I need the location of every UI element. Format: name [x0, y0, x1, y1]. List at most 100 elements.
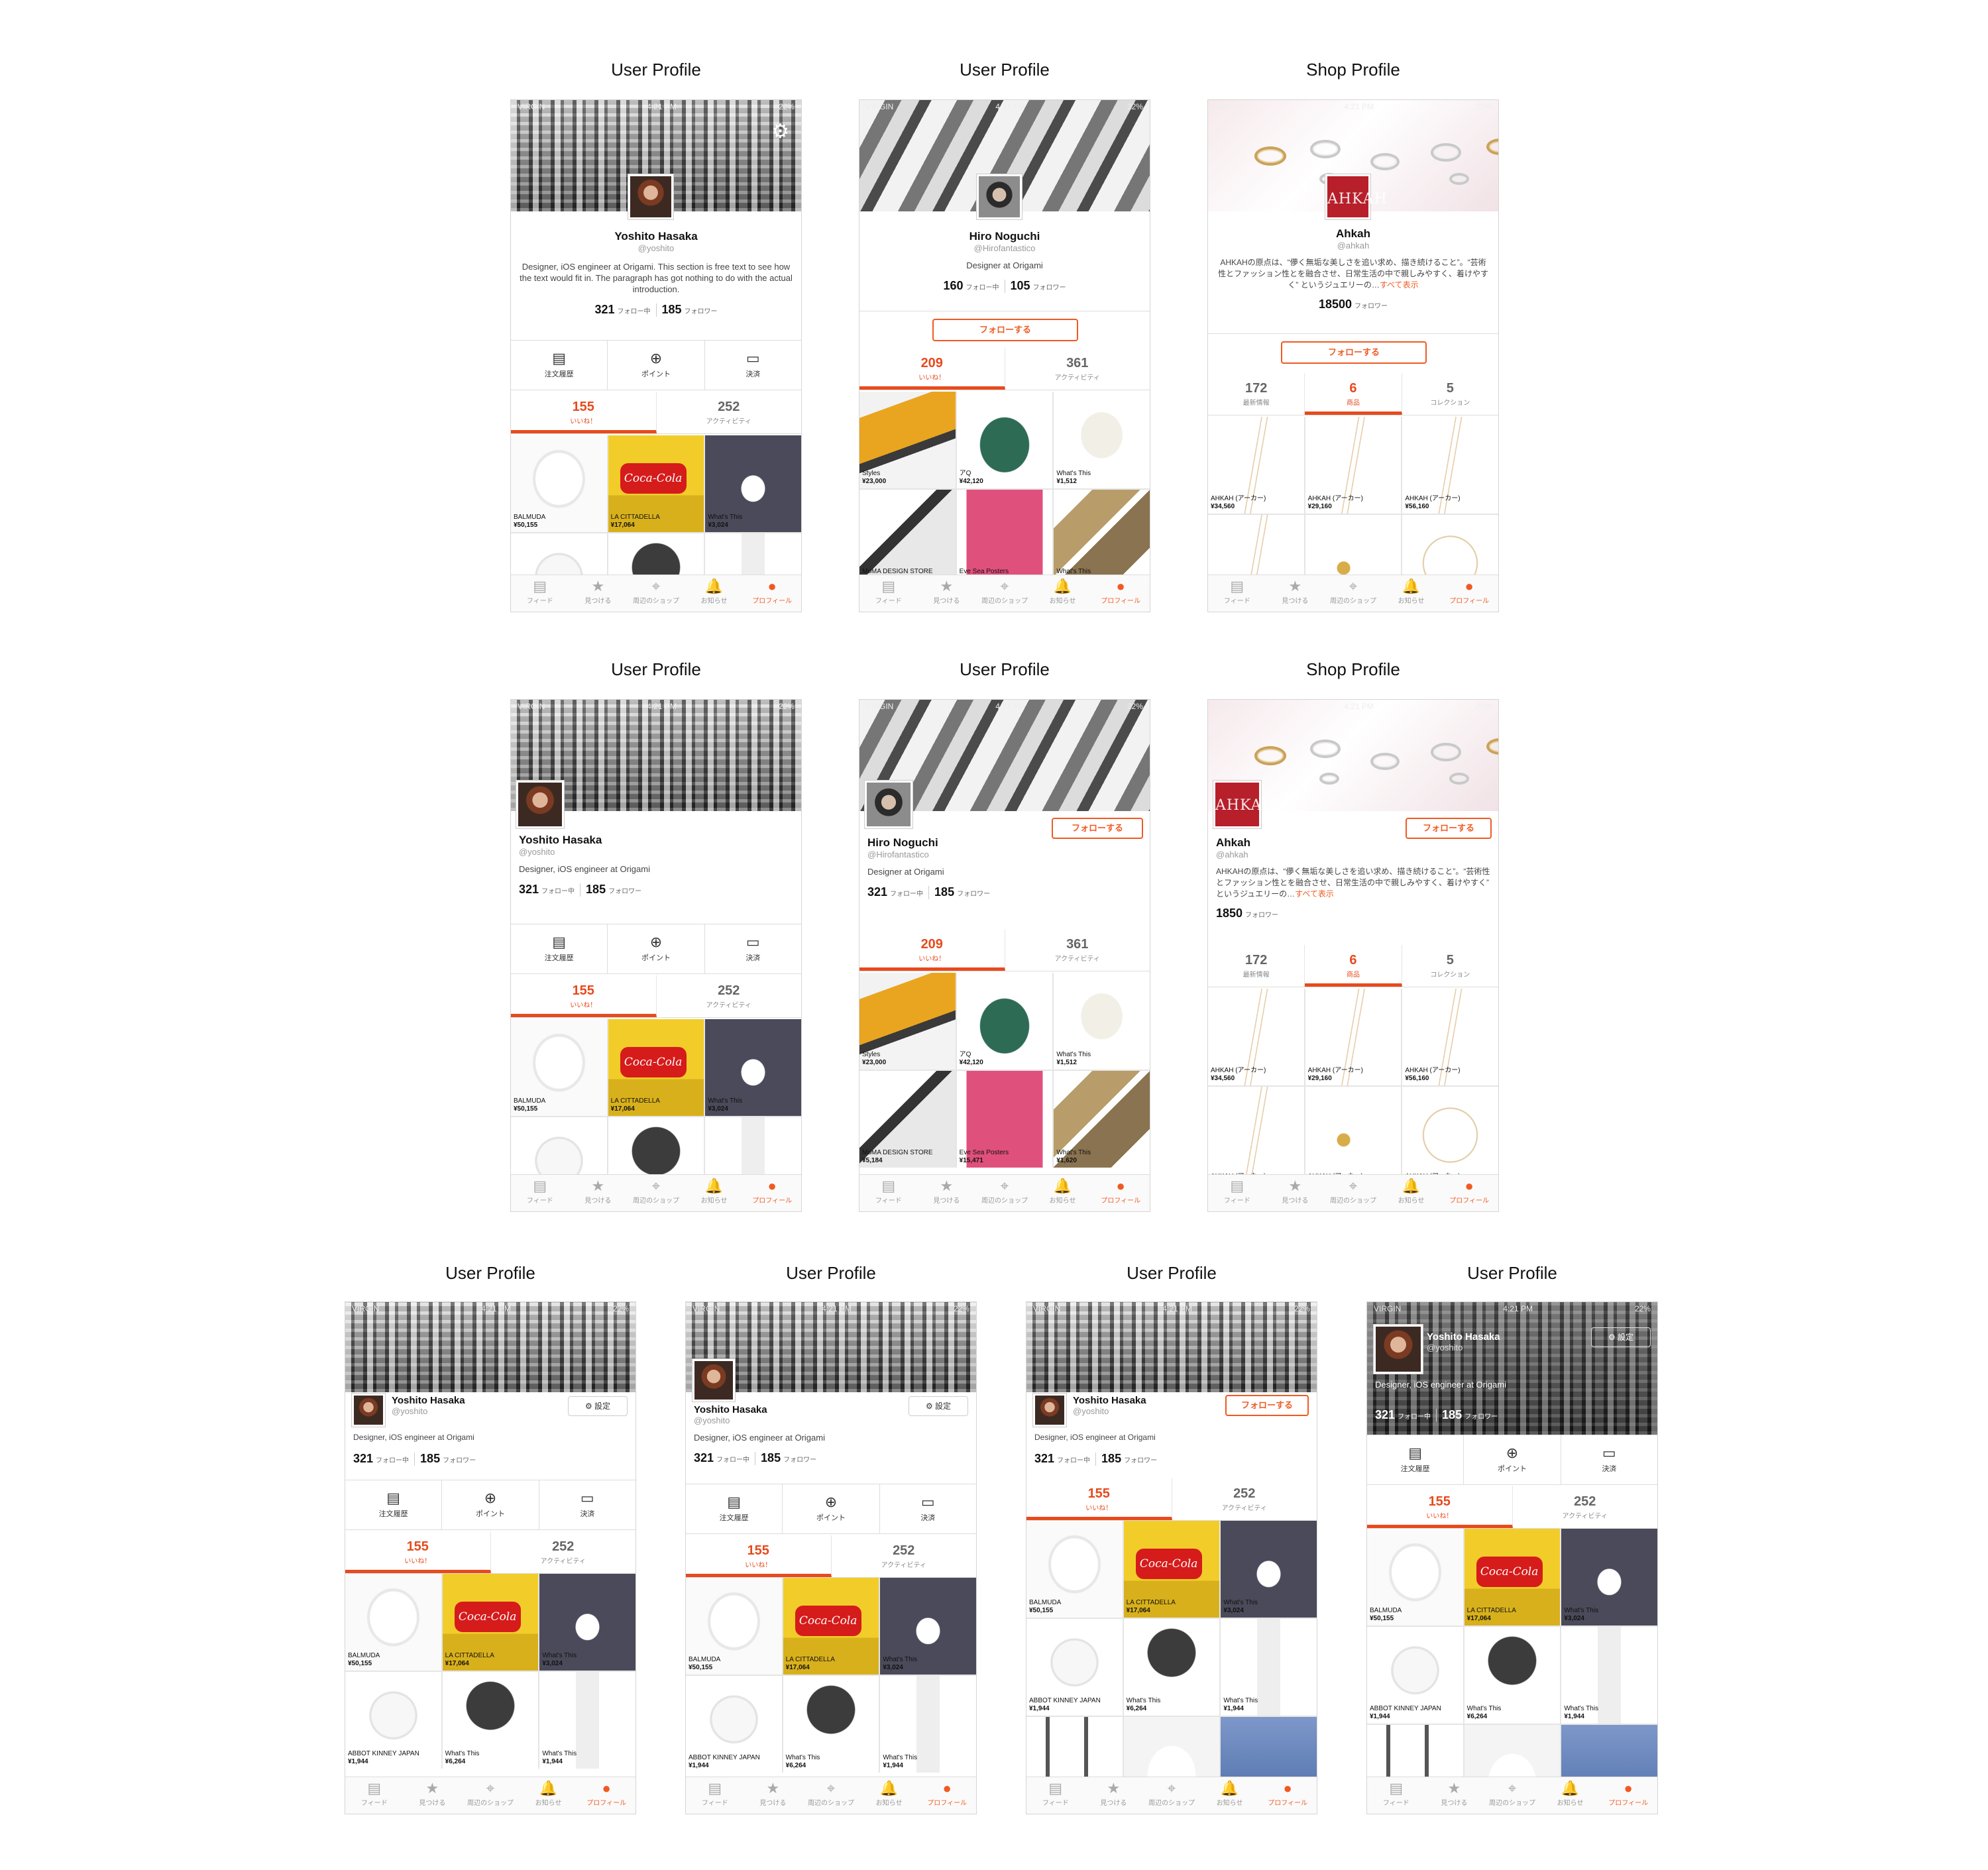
- tabbar-item-1[interactable]: ★ 見つける: [1425, 1777, 1484, 1814]
- item-card[interactable]: What's This ¥3,024: [705, 1019, 801, 1116]
- tabbar-item-4[interactable]: ● プロフィール: [743, 575, 801, 612]
- following-count[interactable]: 321: [1034, 1452, 1054, 1466]
- tabbar-item-3[interactable]: 🔔 お知らせ: [1541, 1777, 1600, 1814]
- item-card[interactable]: MoMA DESIGN STORE¥5,184: [859, 1071, 956, 1168]
- item-card[interactable]: AHKAH (アーカー): [1402, 1087, 1498, 1174]
- payment-button[interactable]: ▭ 決済: [705, 924, 801, 973]
- item-card[interactable]: LA CITTADELLA ¥17,064: [783, 1578, 879, 1675]
- tabbar-item-1[interactable]: ★ 見つける: [1266, 1175, 1325, 1211]
- tab-1[interactable]: 361 アクティビティ: [1005, 348, 1150, 390]
- tabbar-item-0[interactable]: ▤ フィード: [511, 575, 569, 612]
- item-card[interactable]: AHKAH (アーカー): [1208, 1087, 1304, 1174]
- item-card[interactable]: [1561, 1725, 1657, 1777]
- payment-button[interactable]: ▭ 決済: [880, 1484, 976, 1533]
- item-card[interactable]: ABBOT KINNEY JAPAN¥1,944: [511, 1117, 607, 1174]
- order-history-button[interactable]: ▤ 注文履歴: [345, 1480, 443, 1529]
- item-card[interactable]: BALMUDA ¥50,155: [686, 1578, 782, 1675]
- item-card[interactable]: What's This¥1,944: [880, 1676, 976, 1773]
- item-card[interactable]: AHKAH (アーカー) ¥56,160: [1402, 417, 1498, 514]
- tabbar-item-4[interactable]: ● プロフィール: [1091, 575, 1150, 612]
- payment-button[interactable]: ▭ 決済: [1561, 1435, 1657, 1484]
- item-card[interactable]: [1464, 1725, 1561, 1777]
- tabbar-item-3[interactable]: 🔔 お知らせ: [1382, 575, 1441, 612]
- followers-count[interactable]: 185: [934, 885, 954, 899]
- item-card[interactable]: What's This¥6,264: [608, 1117, 704, 1174]
- tabbar-item-4[interactable]: ● プロフィール: [1599, 1777, 1657, 1814]
- tab-1[interactable]: 361 アクティビティ: [1005, 929, 1150, 971]
- tab-0[interactable]: 155 いいね！: [345, 1531, 491, 1573]
- settings-button[interactable]: ⚙ 設定: [568, 1396, 628, 1416]
- item-card[interactable]: AHKAH (アーカー) ¥29,160: [1305, 417, 1402, 514]
- item-card[interactable]: LA CITTADELLA ¥17,064: [1464, 1529, 1561, 1625]
- tabbar-item-3[interactable]: 🔔 お知らせ: [1034, 575, 1092, 612]
- tab-1[interactable]: 252 アクティビティ: [657, 975, 802, 1017]
- tab-0[interactable]: 155 いいね！: [686, 1535, 832, 1577]
- item-card[interactable]: MoMA DESIGN STORE¥5,184: [859, 490, 956, 575]
- tabbar-item-0[interactable]: ▤ フィード: [859, 1175, 918, 1211]
- item-card[interactable]: What's This¥1,944: [1561, 1627, 1657, 1724]
- item-card[interactable]: BALMUDA ¥50,155: [1026, 1521, 1123, 1618]
- tabbar-item-2[interactable]: ⌖ 周辺のショップ: [1142, 1777, 1201, 1814]
- item-card[interactable]: What's This¥6,264: [1464, 1627, 1561, 1724]
- tabbar-item-2[interactable]: ⌖ 周辺のショップ: [1324, 1175, 1382, 1211]
- followers-count[interactable]: 185: [1442, 1408, 1462, 1422]
- follow-button[interactable]: フォローする: [1281, 341, 1427, 364]
- tabbar-item-0[interactable]: ▤ フィード: [1208, 575, 1266, 612]
- item-card[interactable]: What's This ¥3,024: [539, 1574, 635, 1671]
- item-card[interactable]: AHKAH (アーカー) ¥34,560: [1208, 989, 1304, 1085]
- item-card[interactable]: What's This¥1,944: [705, 1117, 801, 1174]
- item-card[interactable]: What's This¥6,264: [783, 1676, 879, 1773]
- show-more-link[interactable]: すべて表示: [1295, 889, 1334, 899]
- tabbar-item-3[interactable]: 🔔 お知らせ: [1034, 1175, 1092, 1211]
- tabbar-item-4[interactable]: ● プロフィール: [577, 1777, 635, 1814]
- item-card[interactable]: What's This¥6,264: [442, 1672, 539, 1769]
- item-card[interactable]: Styles ¥23,000: [859, 973, 956, 1070]
- item-card[interactable]: LA CITTADELLA ¥17,064: [1123, 1521, 1220, 1618]
- follow-button[interactable]: フォローする: [1225, 1395, 1309, 1416]
- followers-count[interactable]: 185: [420, 1452, 440, 1466]
- tabbar-item-3[interactable]: 🔔 お知らせ: [860, 1777, 918, 1814]
- tabbar-item-3[interactable]: 🔔 お知らせ: [1201, 1777, 1259, 1814]
- tab-0[interactable]: 209 いいね！: [859, 348, 1005, 390]
- payment-button[interactable]: ▭ 決済: [705, 341, 801, 390]
- item-card[interactable]: What's This¥1,620: [1054, 490, 1150, 575]
- tabbar-item-2[interactable]: ⌖ 周辺のショップ: [1483, 1777, 1541, 1814]
- tabbar-item-1[interactable]: ★ 見つける: [1085, 1777, 1143, 1814]
- item-card[interactable]: ABBOT KINNEY JAPAN¥1,944: [1367, 1627, 1463, 1724]
- tabbar-item-1[interactable]: ★ 見つける: [569, 1175, 628, 1211]
- tabbar-item-2[interactable]: ⌖ 周辺のショップ: [461, 1777, 520, 1814]
- followers-count[interactable]: 185: [1101, 1452, 1121, 1466]
- tab-0[interactable]: 209 いいね！: [859, 929, 1005, 971]
- follow-button[interactable]: フォローする: [932, 319, 1078, 341]
- item-card[interactable]: [1221, 1717, 1317, 1777]
- following-count[interactable]: 321: [867, 885, 887, 899]
- following-count[interactable]: 160: [943, 279, 963, 293]
- tabbar-item-4[interactable]: ● プロフィール: [918, 1777, 976, 1814]
- tabbar-item-0[interactable]: ▤ フィード: [686, 1777, 744, 1814]
- item-card[interactable]: AHKAH (アーカー): [1305, 1087, 1402, 1174]
- item-card[interactable]: LA CITTADELLA ¥17,064: [608, 1019, 704, 1116]
- tabbar-item-4[interactable]: ● プロフィール: [1440, 1175, 1498, 1211]
- tabbar-item-4[interactable]: ● プロフィール: [1091, 1175, 1150, 1211]
- tab-0[interactable]: 155 いいね！: [511, 392, 657, 433]
- tabbar-item-3[interactable]: 🔔 お知らせ: [685, 575, 744, 612]
- following-count[interactable]: 18500: [1319, 298, 1352, 311]
- item-card[interactable]: [1123, 1717, 1220, 1777]
- item-card[interactable]: What's This ¥1,512: [1054, 973, 1150, 1070]
- tab-1[interactable]: 252 アクティビティ: [832, 1535, 977, 1577]
- points-button[interactable]: ⊕ ポイント: [608, 341, 705, 390]
- order-history-button[interactable]: ▤ 注文履歴: [511, 924, 608, 973]
- item-card[interactable]: アQ ¥42,120: [956, 392, 1053, 488]
- tabbar-item-1[interactable]: ★ 見つける: [1266, 575, 1325, 612]
- following-count[interactable]: 321: [694, 1451, 714, 1465]
- item-card[interactable]: What's This¥6,264: [1123, 1619, 1220, 1716]
- item-card[interactable]: What's This¥1,944: [539, 1672, 635, 1769]
- item-card[interactable]: [1367, 1725, 1463, 1777]
- item-card[interactable]: ABBOT KINNEY JAPAN¥1,944: [345, 1672, 441, 1769]
- following-count[interactable]: 321: [353, 1452, 373, 1466]
- tabbar-item-0[interactable]: ▤ フィード: [1026, 1777, 1085, 1814]
- followers-count[interactable]: 105: [1011, 279, 1030, 293]
- item-card[interactable]: AHKAH (アーカー) ¥56,160: [1402, 989, 1498, 1085]
- order-history-button[interactable]: ▤ 注文履歴: [511, 341, 608, 390]
- tabbar-item-4[interactable]: ● プロフィール: [1440, 575, 1498, 612]
